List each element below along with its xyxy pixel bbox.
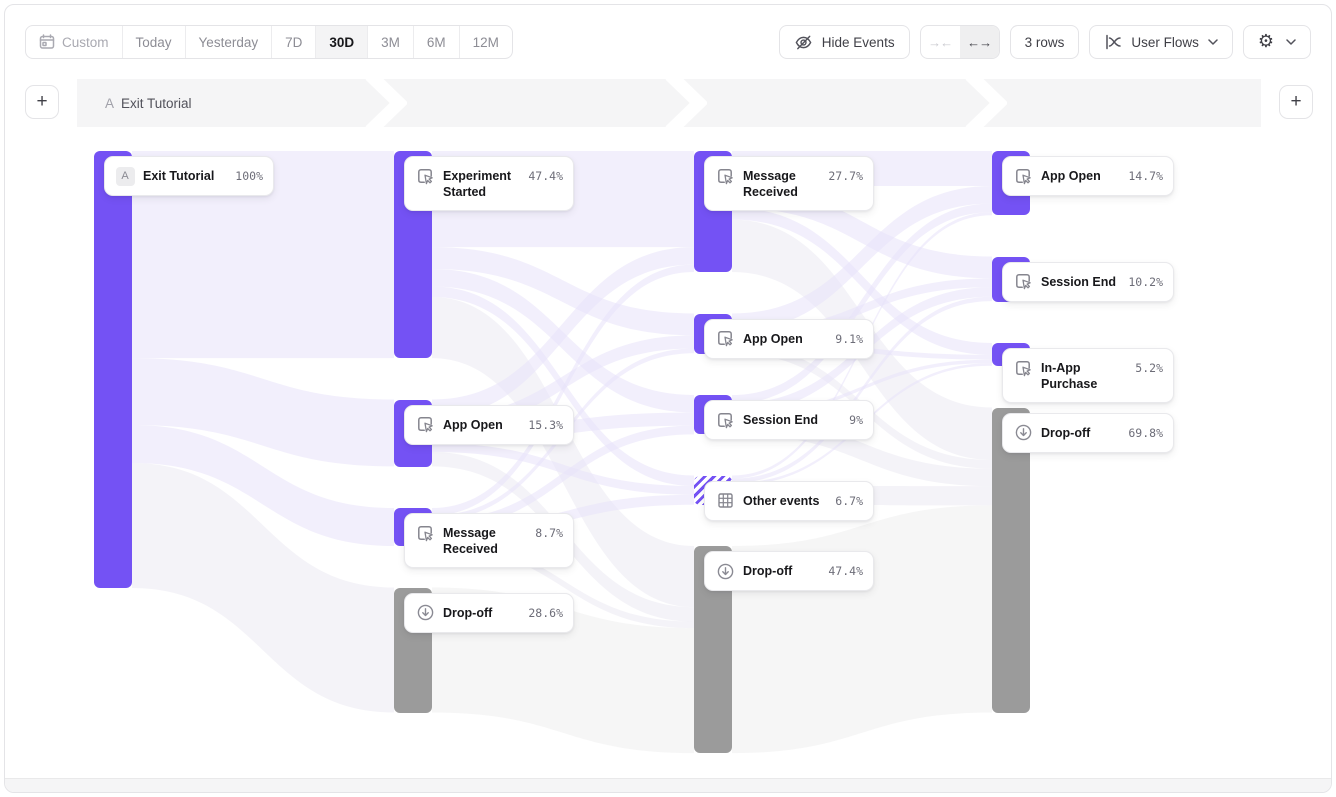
flow-node-label: In-App Purchase xyxy=(1041,358,1127,393)
event-icon-wrap xyxy=(1013,358,1033,378)
flow-node-label: Other events xyxy=(743,491,827,509)
sankey-link xyxy=(432,443,694,495)
flow-node-label: Session End xyxy=(1041,272,1120,290)
flow-node-label: Session End xyxy=(743,410,841,428)
sankey-link xyxy=(732,203,992,403)
sankey-bar-exit-tutorial[interactable] xyxy=(94,151,132,588)
drop-off-icon-wrap xyxy=(1013,423,1033,443)
event-icon xyxy=(716,411,735,430)
step-letter-badge-wrap: A xyxy=(115,166,135,186)
flow-node-card-drop-off[interactable]: Drop-off 47.4% xyxy=(704,551,874,591)
flow-node-card-message-received[interactable]: Message Received 27.7% xyxy=(704,156,874,211)
other-events-icon xyxy=(716,491,735,510)
sankey-link xyxy=(432,265,694,516)
drop-off-icon xyxy=(716,562,735,581)
sankey-link xyxy=(732,505,992,753)
flow-node-label: App Open xyxy=(1041,166,1120,184)
flow-node-card-experiment-started[interactable]: Experiment Started 47.4% xyxy=(404,156,574,211)
event-icon xyxy=(716,329,735,348)
flow-node-card-session-end[interactable]: Session End 10.2% xyxy=(1002,262,1174,302)
event-icon-wrap xyxy=(715,166,735,186)
flow-node-label: Experiment Started xyxy=(443,166,520,201)
event-icon xyxy=(416,524,435,543)
flow-node-label: Message Received xyxy=(743,166,820,201)
flow-node-pct: 28.6% xyxy=(528,603,563,620)
event-icon xyxy=(416,415,435,434)
flow-node-pct: 6.7% xyxy=(835,491,863,508)
event-icon xyxy=(1014,359,1033,378)
flow-node-pct: 27.7% xyxy=(828,166,863,183)
sankey-link xyxy=(132,425,394,546)
event-icon-wrap xyxy=(415,166,435,186)
sankey-link xyxy=(432,286,694,486)
flow-node-card-drop-off[interactable]: Drop-off 28.6% xyxy=(404,593,574,633)
flow-node-pct: 69.8% xyxy=(1128,423,1163,440)
flow-node-card-session-end[interactable]: Session End 9% xyxy=(704,400,874,440)
flow-node-card-in-app-purchase[interactable]: In-App Purchase 5.2% xyxy=(1002,348,1174,403)
bottom-scroll-strip[interactable] xyxy=(5,778,1331,792)
event-icon-wrap xyxy=(715,491,735,511)
step-letter-badge: A xyxy=(116,167,135,186)
flow-node-label: App Open xyxy=(443,415,520,433)
flow-node-pct: 8.7% xyxy=(535,523,563,540)
flow-node-pct: 14.7% xyxy=(1128,166,1163,183)
event-icon-wrap xyxy=(1013,166,1033,186)
event-icon-wrap xyxy=(415,523,435,543)
flow-node-card-app-open[interactable]: App Open 15.3% xyxy=(404,405,574,445)
flow-node-pct: 47.4% xyxy=(828,561,863,578)
sankey-link xyxy=(432,247,694,417)
event-icon-wrap xyxy=(715,329,735,349)
flow-node-label: Drop-off xyxy=(443,603,520,621)
flow-node-pct: 10.2% xyxy=(1128,272,1163,289)
sankey-bar-drop-off[interactable] xyxy=(992,408,1030,713)
flow-node-card-message-received[interactable]: Message Received 8.7% xyxy=(404,513,574,568)
flow-node-card-exit-tutorial[interactable]: A Exit Tutorial 100% xyxy=(104,156,274,196)
sankey-link xyxy=(132,463,394,712)
flow-node-card-app-open[interactable]: App Open 9.1% xyxy=(704,319,874,359)
flow-node-pct: 15.3% xyxy=(528,415,563,432)
event-icon-wrap xyxy=(1013,272,1033,292)
event-icon-wrap xyxy=(715,410,735,430)
user-flows-canvas: A Exit Tutorial 100% Experiment Started 47.4… xyxy=(5,5,1331,792)
user-flows-panel: Custom Today Yesterday 7D 30D 3M 6M 12M … xyxy=(4,4,1332,793)
drop-off-icon xyxy=(1014,423,1033,442)
flow-node-label: Message Received xyxy=(443,523,527,558)
flow-node-card-drop-off[interactable]: Drop-off 69.8% xyxy=(1002,413,1174,453)
flow-node-label: App Open xyxy=(743,329,827,347)
event-icon xyxy=(416,167,435,186)
flow-node-label: Drop-off xyxy=(1041,423,1120,441)
event-icon xyxy=(1014,167,1033,186)
flow-node-pct: 100% xyxy=(235,166,263,183)
event-icon-wrap xyxy=(415,415,435,435)
flow-node-card-app-open[interactable]: App Open 14.7% xyxy=(1002,156,1174,196)
drop-off-icon-wrap xyxy=(715,561,735,581)
event-icon xyxy=(1014,272,1033,291)
sankey-link xyxy=(432,269,694,412)
sankey-link xyxy=(432,247,694,335)
flow-node-pct: 5.2% xyxy=(1135,358,1163,375)
event-icon xyxy=(716,167,735,186)
drop-off-icon-wrap xyxy=(415,603,435,623)
flow-node-label: Exit Tutorial xyxy=(143,166,227,184)
drop-off-icon xyxy=(416,603,435,622)
flow-node-pct: 9.1% xyxy=(835,329,863,346)
flow-node-pct: 9% xyxy=(849,410,863,427)
sankey-link xyxy=(132,358,394,466)
flow-node-pct: 47.4% xyxy=(528,166,563,183)
flow-node-label: Drop-off xyxy=(743,561,820,579)
flow-node-card-other-events[interactable]: Other events 6.7% xyxy=(704,481,874,521)
